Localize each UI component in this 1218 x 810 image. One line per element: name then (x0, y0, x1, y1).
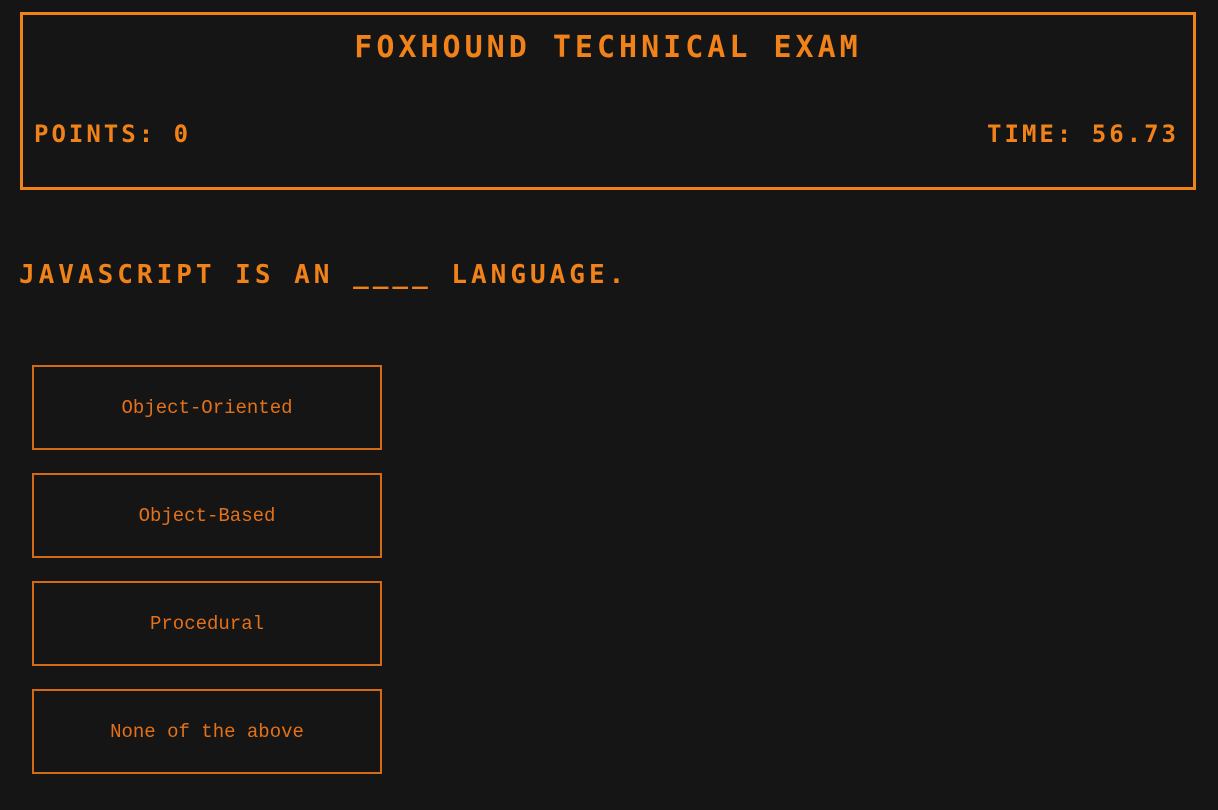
answer-button-none-of-the-above[interactable]: None of the above (32, 689, 382, 774)
answer-list: Object-Oriented Object-Based Procedural … (32, 365, 382, 797)
question-text: Javascript is an ____ language. (19, 260, 629, 290)
exam-header: Foxhound Technical Exam Points: 0 Time: … (20, 12, 1196, 190)
answer-button-object-based[interactable]: Object-Based (32, 473, 382, 558)
exam-title: Foxhound Technical Exam (354, 30, 862, 65)
answer-button-object-oriented[interactable]: Object-Oriented (32, 365, 382, 450)
timer-display: Time: 56.73 (987, 120, 1179, 148)
points-counter: Points: 0 (34, 120, 192, 148)
answer-button-procedural[interactable]: Procedural (32, 581, 382, 666)
